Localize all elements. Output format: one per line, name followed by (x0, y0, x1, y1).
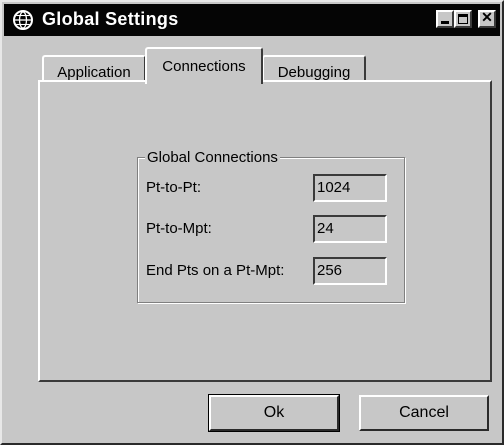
minimize-icon (441, 21, 449, 24)
close-button[interactable]: ✕ (478, 9, 496, 28)
title-bar[interactable]: Global Settings ✕ (4, 4, 500, 36)
end-pts-label: End Pts on a Pt-Mpt: (146, 262, 285, 279)
global-connections-group: Global Connections Pt-to-Pt: 1024 Pt-to-… (137, 149, 405, 303)
tab-connections-label: Connections (162, 58, 246, 75)
window-title: Global Settings (42, 9, 179, 29)
end-pts-field[interactable]: 256 (313, 257, 387, 285)
minimize-button[interactable] (436, 10, 454, 28)
group-legend: Global Connections (145, 149, 280, 166)
ok-button[interactable]: Ok (208, 394, 340, 432)
tab-connections[interactable]: Connections (145, 47, 263, 84)
cancel-button[interactable]: Cancel (359, 395, 489, 431)
tab-application[interactable]: Application (42, 55, 146, 82)
maximize-button[interactable] (454, 10, 472, 28)
pt-to-mpt-label: Pt-to-Mpt: (146, 220, 212, 237)
pt-to-pt-field[interactable]: 1024 (313, 174, 387, 202)
tab-application-label: Application (57, 64, 131, 81)
maximize-icon (458, 14, 468, 24)
globe-icon (13, 10, 33, 30)
connections-tab-panel: Global Connections Pt-to-Pt: 1024 Pt-to-… (38, 80, 492, 382)
tab-debugging-label: Debugging (277, 64, 351, 81)
tab-debugging[interactable]: Debugging (262, 55, 366, 82)
pt-to-pt-label: Pt-to-Pt: (146, 179, 202, 196)
pt-to-mpt-field[interactable]: 24 (313, 215, 387, 243)
close-icon: ✕ (481, 9, 493, 25)
